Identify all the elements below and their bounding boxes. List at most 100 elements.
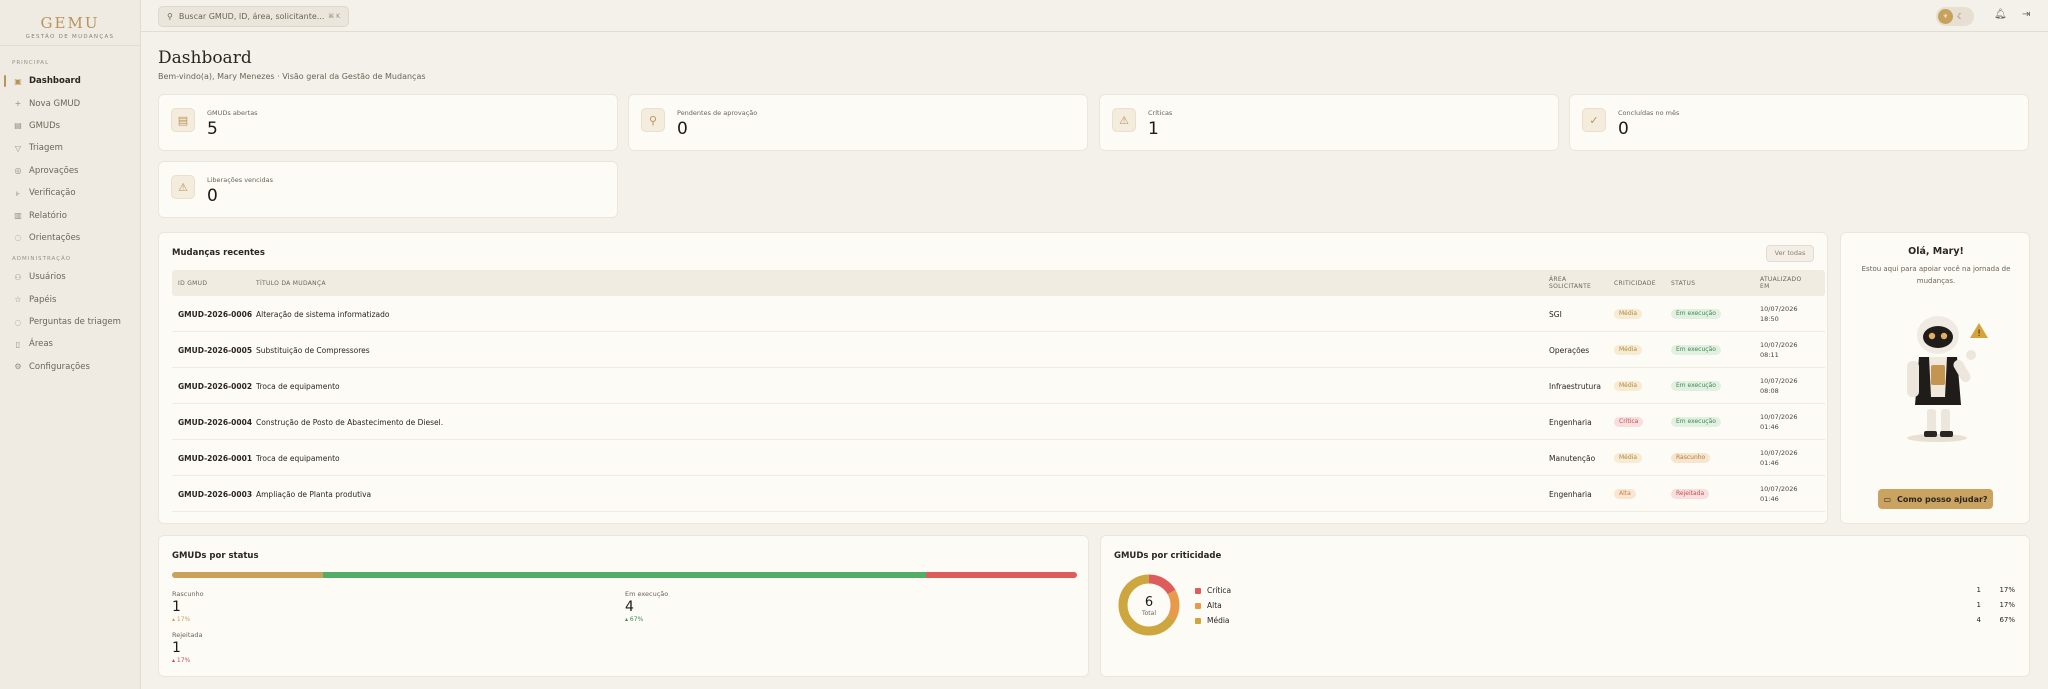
- updated-at: 10/07/2026 08:11: [1760, 332, 1797, 368]
- legend-label: Crítica: [1207, 586, 1232, 595]
- updated-at: 10/07/2026 01:46: [1760, 440, 1797, 476]
- assistant-message-line1: Estou aqui para apoiar você na jornada d…: [1861, 265, 2011, 273]
- updated-at: 10/07/2026 01:46: [1760, 476, 1797, 512]
- sidebar-item-relatorio[interactable]: ▥ Relatório: [0, 204, 140, 226]
- legend-percent: 17%: [1999, 586, 2015, 594]
- table-row[interactable]: GMUD-2026-0003 Ampliação de Planta produt…: [172, 476, 1825, 512]
- status-name: Rascunho: [172, 590, 204, 598]
- sidebar-item-verificacao[interactable]: ⱶ Verificação: [0, 182, 140, 204]
- dashboard-icon: ▣: [14, 76, 22, 86]
- sidebar-item-usuarios[interactable]: ⚇ Usuários: [0, 266, 140, 288]
- sidebar-item-label: Nova GMUD: [29, 98, 81, 109]
- col-id: ID GMUD: [178, 279, 208, 287]
- criticality-badge: Média: [1614, 453, 1643, 463]
- criticality-legend-item: Alta: [1195, 601, 1222, 610]
- user-check-icon: ⱶ: [15, 188, 21, 198]
- theme-toggle[interactable]: ☀ ☾: [1936, 7, 1974, 26]
- table-row[interactable]: GMUD-2026-0001 Troca de equipamento Manute…: [172, 440, 1825, 476]
- sidebar-item-configuracoes[interactable]: ⚙ Configurações: [0, 356, 140, 378]
- sidebar-item-dashboard[interactable]: ▣ Dashboard: [0, 70, 140, 92]
- col-status: STATUS: [1671, 279, 1696, 287]
- criticality-badge: Média: [1614, 309, 1643, 319]
- sidebar-item-orientacoes[interactable]: ◌ Orientações: [0, 227, 140, 249]
- criticality-cell: Média: [1614, 368, 1643, 404]
- legend-count: 1: [1976, 601, 1981, 609]
- table-row[interactable]: GMUD-2026-0005 Substituição de Compressor…: [172, 332, 1825, 368]
- updated-date: 10/07/2026: [1760, 341, 1798, 349]
- criticality-legend-item: Crítica: [1195, 586, 1231, 595]
- gmud-area: Operações: [1549, 345, 1590, 355]
- status-badge: Rascunho: [1671, 453, 1711, 463]
- recent-changes-card: Mudanças recentes Ver todas ID GMUD TÍTU…: [158, 232, 1828, 524]
- stat-card: ⚠ Liberações vencidas 0: [158, 161, 618, 218]
- col-crit: CRITICIDADE: [1614, 279, 1656, 287]
- gmud-area: Engenharia: [1549, 417, 1592, 427]
- assistant-message-line2: mudanças.: [1916, 277, 1956, 285]
- document-icon: ▤: [14, 121, 22, 131]
- sidebar-item-label: Configurações: [29, 361, 90, 372]
- stat-card: ⚠ Críticas 1: [1099, 94, 1559, 151]
- status-group: Rascunho 1 ▴ 17%: [172, 590, 204, 623]
- col-updated: ATUALIZADO EM: [1760, 270, 1801, 296]
- legend-swatch: [1195, 617, 1201, 624]
- gmud-area: Manutenção: [1549, 453, 1596, 463]
- plus-icon: +: [14, 99, 22, 109]
- sidebar-item-papeis[interactable]: ☆ Papéis: [0, 289, 140, 311]
- gmud-area: SGI: [1549, 309, 1562, 319]
- report-icon: ▥: [14, 211, 22, 221]
- logout-icon[interactable]: ⇥: [2022, 9, 2030, 20]
- gmud-id: GMUD-2026-0006: [178, 309, 253, 319]
- updated-time: 01:46: [1760, 423, 1779, 431]
- status-cell: Em execução: [1671, 404, 1721, 440]
- donut-total: 6: [1144, 595, 1154, 610]
- col-area: ÁREA SOLICITANTE: [1549, 270, 1591, 296]
- stat-card: ▤ GMUDs abertas 5: [158, 94, 618, 151]
- sidebar-item-label: Triagem: [29, 143, 63, 154]
- table-row[interactable]: GMUD-2026-0004 Construção de Posto de Aba…: [172, 404, 1825, 440]
- table-header: ID GMUD TÍTULO DA MUDANÇA ÁREA SOLICITAN…: [172, 270, 1825, 296]
- sidebar-item-label: Perguntas de triagem: [29, 317, 121, 328]
- updated-time: 18:50: [1760, 315, 1779, 323]
- sidebar-item-label: GMUDs: [29, 120, 61, 131]
- sidebar-item-areas[interactable]: ▯ Áreas: [0, 333, 140, 355]
- sidebar-item-gmuds[interactable]: ▤ GMUDs: [0, 115, 140, 137]
- logo[interactable]: GEMU GESTÃO DE MUDANÇAS: [0, 0, 140, 46]
- gmud-title: Troca de equipamento: [256, 381, 340, 391]
- view-all-button[interactable]: Ver todas: [1766, 245, 1814, 262]
- status-badge: Em execução: [1671, 309, 1721, 319]
- filter-icon: ▽: [14, 143, 22, 153]
- table-row[interactable]: GMUD-2026-0006 Alteração de sistema infor…: [172, 296, 1825, 332]
- status-percent: ▴ 17%: [172, 616, 191, 623]
- search-icon: ⚲: [167, 12, 173, 21]
- settings-icon: ⚙: [14, 362, 22, 372]
- gmud-id: GMUD-2026-0005: [178, 345, 253, 355]
- status-chart-card: GMUDs por status Rascunho 1 ▴ 17% Em execuç…: [158, 535, 1089, 677]
- sidebar-item-nova-gmud[interactable]: + Nova GMUD: [0, 92, 140, 114]
- updated-at: 10/07/2026 18:50: [1760, 296, 1797, 332]
- status-cell: Em execução: [1671, 296, 1721, 332]
- gmud-title: Construção de Posto de Abastecimento de …: [256, 417, 444, 427]
- updated-time: 01:46: [1760, 459, 1779, 467]
- sidebar-item-aprovacoes[interactable]: ◎ Aprovações: [0, 160, 140, 182]
- gmud-id: GMUD-2026-0002: [178, 381, 253, 391]
- building-icon: ▯: [15, 339, 21, 349]
- sidebar-item-triagem[interactable]: ▽ Triagem: [0, 137, 140, 159]
- table-row[interactable]: GMUD-2026-0002 Troca de equipamento Infrae…: [172, 368, 1825, 404]
- help-button-label: Como posso ajudar?: [1897, 494, 1988, 504]
- gmud-area: Infraestrutura: [1549, 381, 1601, 391]
- status-badge: Em execução: [1671, 345, 1721, 355]
- col-title: TÍTULO DA MUDANÇA: [256, 279, 326, 287]
- status-badge: Em execução: [1671, 381, 1721, 391]
- sidebar-item-perguntas-de-triagem[interactable]: ◌ Perguntas de triagem: [0, 311, 140, 333]
- stat-value: 1: [1148, 119, 1159, 139]
- gmud-title: Troca de equipamento: [256, 453, 340, 463]
- criticality-cell: Média: [1614, 440, 1643, 476]
- criticality-badge: Média: [1614, 381, 1643, 391]
- bell-icon[interactable]: 🔔︎: [1994, 9, 2007, 20]
- search-input[interactable]: ⚲ Buscar GMUD, ID, área, solicitante... …: [158, 6, 349, 27]
- help-button[interactable]: ▭ Como posso ajudar?: [1878, 489, 1993, 509]
- status-group: Rejeitada 1 ▴ 17%: [172, 631, 202, 664]
- help-circle-icon: ◌: [14, 233, 22, 243]
- stat-value: 5: [207, 119, 218, 139]
- col-area-line2: SOLICITANTE: [1549, 283, 1592, 290]
